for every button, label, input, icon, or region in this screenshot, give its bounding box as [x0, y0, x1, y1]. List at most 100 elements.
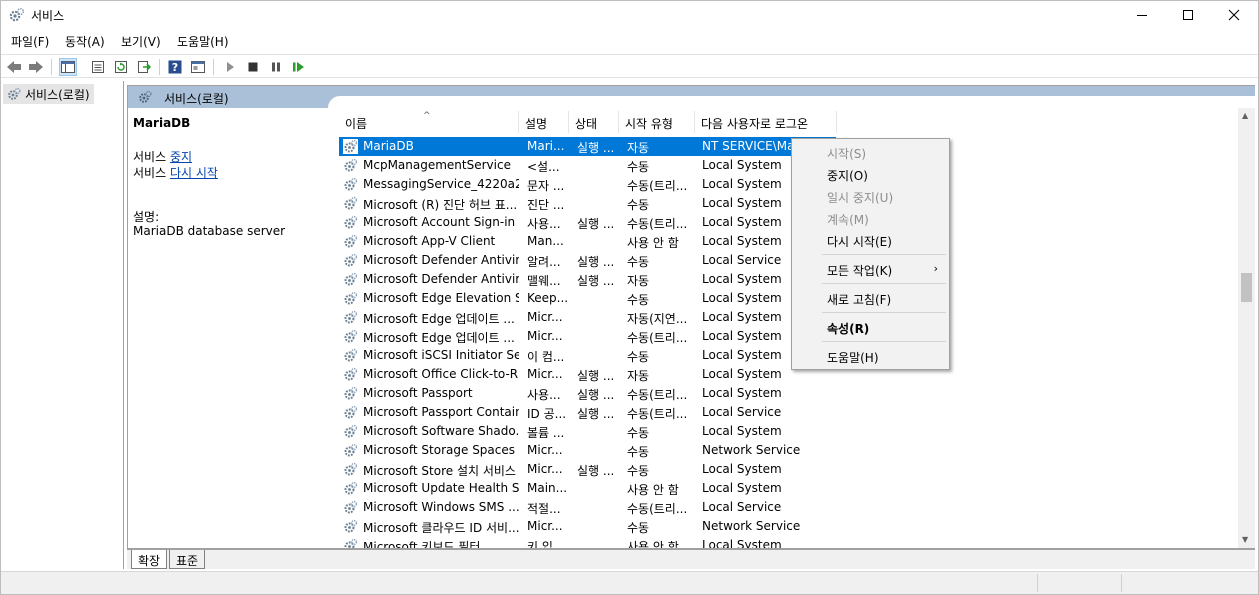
- table-row[interactable]: MessagingService_4220a2f 문자 ... 수동(트리... Lo…: [339, 175, 1239, 194]
- menu-action[interactable]: 동작(A): [65, 33, 105, 50]
- cell-description: 문자 ...: [527, 179, 565, 193]
- column-header-status[interactable]: 상태: [569, 111, 619, 133]
- submenu-arrow-icon: ›: [933, 262, 938, 275]
- scrollbar-thumb[interactable]: [1241, 273, 1252, 302]
- menu-item-help[interactable]: 도움말(H): [793, 345, 948, 367]
- menu-item-all-tasks[interactable]: 모든 작업(K) ›: [793, 258, 948, 280]
- cell-startup-type: 자동: [627, 141, 650, 155]
- console-tree-button[interactable]: [59, 58, 77, 76]
- cell-startup-type: 수동: [627, 293, 650, 307]
- start-service-button[interactable]: [221, 58, 239, 76]
- cell-logon-as: Local System: [702, 386, 782, 400]
- pause-service-button[interactable]: [267, 58, 285, 76]
- menu-item-properties[interactable]: 속성(R): [793, 316, 948, 338]
- table-row[interactable]: Microsoft iSCSI Initiator Se... 이 컴... 수동 L…: [339, 346, 1239, 365]
- properties-button[interactable]: [89, 58, 107, 76]
- table-row[interactable]: Microsoft Update Health S... Main... 사용 안 …: [339, 479, 1239, 498]
- menu-item-restart[interactable]: 다시 시작(E): [793, 229, 948, 251]
- console-button[interactable]: [189, 58, 207, 76]
- cell-status: 실행 ...: [577, 407, 615, 421]
- console-tree-icon: [61, 61, 75, 73]
- menu-item-resume[interactable]: 계속(M): [793, 207, 948, 229]
- column-header-startup-type[interactable]: 시작 유형: [619, 111, 695, 133]
- table-row[interactable]: Microsoft Windows SMS ... 적절... 수동(트리... Lo…: [339, 498, 1239, 517]
- menu-help[interactable]: 도움말(H): [177, 33, 229, 50]
- table-row[interactable]: Microsoft (R) 진단 허브 표... 진단 ... 수동 Local Sy…: [339, 194, 1239, 213]
- view-tabs: 확장 표준: [127, 549, 1255, 569]
- export-button[interactable]: [135, 58, 153, 76]
- table-row[interactable]: Microsoft Passport Container ID 공... 실행 ..…: [339, 403, 1239, 422]
- menu-item-start[interactable]: 시작(S): [793, 141, 948, 163]
- table-row[interactable]: Microsoft Edge 업데이트 ... Micr... 자동(지연... Lo…: [339, 308, 1239, 327]
- minimize-button[interactable]: [1119, 1, 1165, 29]
- table-row[interactable]: MariaDB Mari... 실행 ... 자동 NT SERVICE\MariaDB: [339, 137, 836, 156]
- services-gear-icon: [139, 90, 152, 103]
- help-icon: ?: [168, 60, 182, 74]
- cell-description: 볼륨 ...: [527, 426, 565, 440]
- cell-description: Micr...: [527, 443, 563, 457]
- scroll-up-icon[interactable]: ▲: [1242, 111, 1248, 120]
- forward-button[interactable]: [27, 58, 45, 76]
- help-button[interactable]: ?: [166, 58, 184, 76]
- maximize-button[interactable]: [1165, 1, 1211, 29]
- cell-name: Microsoft Edge 업데이트 ...: [363, 331, 515, 345]
- close-button[interactable]: [1211, 1, 1257, 29]
- cell-description: Micr...: [527, 329, 563, 343]
- table-row[interactable]: Microsoft Passport 사용... 실행 ... 수동(트리... Loc…: [339, 384, 1239, 403]
- cell-name: Microsoft iSCSI Initiator Se...: [363, 348, 519, 362]
- table-row[interactable]: Microsoft Storage Spaces ... Micr... 수동 Net…: [339, 441, 1239, 460]
- column-header-description[interactable]: 설명: [519, 111, 569, 133]
- cell-description: 사용...: [527, 217, 561, 231]
- table-row[interactable]: Microsoft Defender Antivir... 맬웨... 실행 ...…: [339, 270, 1239, 289]
- sort-ascending-icon: ^: [423, 111, 431, 121]
- stop-service-button[interactable]: [244, 58, 262, 76]
- service-gear-icon: [343, 386, 358, 401]
- table-row[interactable]: Microsoft Software Shado... 볼륨 ... 수동 Local…: [339, 422, 1239, 441]
- service-gear-icon: [343, 234, 358, 249]
- services-gear-icon: [9, 7, 25, 22]
- tab-standard[interactable]: 표준: [169, 550, 206, 569]
- scroll-down-icon[interactable]: ▼: [1242, 535, 1248, 544]
- table-row[interactable]: Microsoft 클라우드 ID 서비... Micr... 수동 Network …: [339, 517, 1239, 536]
- table-row[interactable]: Microsoft Account Sign-in ... 사용... 실행 ...…: [339, 213, 1239, 232]
- cell-name: Microsoft 키보드 필터: [363, 540, 481, 548]
- table-row[interactable]: Microsoft App-V Client Man... 사용 안 함 Local …: [339, 232, 1239, 251]
- table-row[interactable]: McpManagementService <설... 수동 Local System: [339, 156, 1239, 175]
- cell-logon-as: Local Service: [702, 500, 782, 514]
- console-icon: [191, 61, 205, 73]
- tree-item-services-local[interactable]: 서비스(로컬): [3, 84, 94, 104]
- cell-status: 실행 ...: [577, 217, 615, 231]
- refresh-button[interactable]: [112, 58, 130, 76]
- menu-file[interactable]: 파일(F): [11, 33, 49, 50]
- vertical-scrollbar[interactable]: ▲ ▼: [1238, 108, 1255, 548]
- column-header-logon-as[interactable]: 다음 사용자로 로그온: [695, 111, 837, 133]
- table-row[interactable]: Microsoft Edge Elevation S... Keep... 수동 Lo…: [339, 289, 1239, 308]
- title-bar: 서비스: [1, 1, 1258, 29]
- cell-startup-type: 수동(트리...: [627, 388, 688, 402]
- menu-item-refresh[interactable]: 새로 고침(F): [793, 287, 948, 309]
- table-row[interactable]: Microsoft 키보드 필터 키 입... 사용 안 함 Local System: [339, 536, 1239, 548]
- table-row[interactable]: Microsoft Store 설치 서비스 Micr... 실행 ... 수동 Loc…: [339, 460, 1239, 479]
- menu-item-stop[interactable]: 중지(O): [793, 163, 948, 185]
- restart-service-link[interactable]: 다시 시작: [170, 166, 218, 180]
- cell-name: Microsoft Storage Spaces ...: [363, 443, 519, 457]
- cell-startup-type: 수동(트리...: [627, 407, 688, 421]
- stop-service-link[interactable]: 중지: [170, 150, 192, 164]
- table-row[interactable]: Microsoft Defender Antivir... 알려... 실행 ...…: [339, 251, 1239, 270]
- main-pane: 서비스(로컬) MariaDB 서비스 중지 서비스 다시 시작 설명: Mar…: [127, 85, 1256, 549]
- play-icon: [227, 62, 234, 72]
- cell-status: 실행 ...: [577, 274, 615, 288]
- menu-item-pause[interactable]: 일시 중지(U): [793, 185, 948, 207]
- column-header-name[interactable]: ^ 이름: [339, 111, 519, 133]
- cell-name: Microsoft Windows SMS ...: [363, 500, 519, 514]
- table-row[interactable]: Microsoft Edge 업데이트 ... Micr... 수동(트리... Lo…: [339, 327, 1239, 346]
- description-text: MariaDB database server: [133, 224, 286, 238]
- cell-name: Microsoft Software Shado...: [363, 424, 519, 438]
- restart-service-button[interactable]: [290, 58, 308, 76]
- tab-extended[interactable]: 확장: [131, 550, 168, 569]
- back-button[interactable]: [5, 58, 23, 76]
- cell-name: Microsoft Defender Antivir...: [363, 253, 519, 267]
- service-gear-icon: [343, 253, 358, 268]
- menu-view[interactable]: 보기(V): [121, 33, 161, 50]
- table-row[interactable]: Microsoft Office Click-to-R... Micr... 실행 …: [339, 365, 1239, 384]
